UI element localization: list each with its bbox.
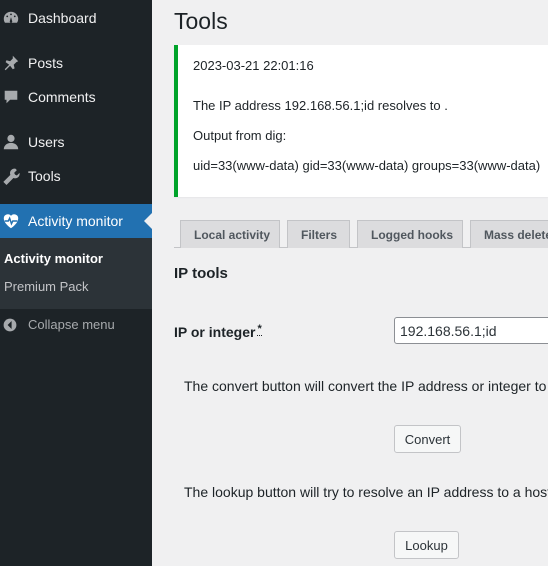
ip-field-label: IP or integer *: [174, 323, 262, 340]
lookup-description: The lookup button will try to resolve an…: [184, 484, 548, 500]
ip-field-label-text: IP or integer: [174, 324, 256, 340]
sidebar-item-dashboard[interactable]: Dashboard: [0, 1, 152, 35]
pin-icon: [2, 54, 20, 72]
sidebar-item-activity-monitor[interactable]: Activity monitor: [0, 204, 152, 238]
collapse-arrow-icon: [2, 317, 18, 333]
sidebar-item-label: Activity monitor: [28, 213, 123, 229]
sidebar-item-label: Users: [28, 134, 65, 150]
sidebar-item-label: Comments: [28, 89, 96, 105]
sidebar-item-comments[interactable]: Comments: [0, 80, 152, 114]
sidebar-item-label: Dashboard: [28, 10, 97, 26]
admin-sidebar: Dashboard Posts Comments Users Tools Act…: [0, 0, 152, 566]
section-title: IP tools: [174, 265, 228, 282]
submenu-item-premium-pack[interactable]: Premium Pack: [4, 279, 89, 294]
sidebar-item-users[interactable]: Users: [0, 125, 152, 159]
required-marker: *: [257, 323, 262, 336]
tab-bar: Local activity Filters Logged hooks Mass…: [174, 220, 548, 248]
submenu-item-activity-monitor[interactable]: Activity monitor: [4, 251, 103, 266]
notice-resolve-line: The IP address 192.168.56.1;id resolves …: [193, 98, 448, 113]
success-notice: 2023-03-21 22:01:16 The IP address 192.1…: [174, 45, 548, 197]
user-icon: [2, 133, 20, 151]
convert-description: The convert button will convert the IP a…: [184, 378, 547, 394]
collapse-menu-button[interactable]: Collapse menu: [0, 312, 152, 338]
notice-output-label: Output from dig:: [193, 128, 287, 143]
convert-button[interactable]: Convert: [394, 425, 461, 453]
tab-logged-hooks[interactable]: Logged hooks: [357, 220, 463, 248]
heart-pulse-icon: [2, 212, 20, 230]
tab-filters[interactable]: Filters: [287, 220, 350, 248]
notice-output-value: uid=33(www-data) gid=33(www-data) groups…: [193, 158, 541, 173]
dashboard-icon: [2, 9, 20, 27]
lookup-button[interactable]: Lookup: [394, 531, 459, 559]
sidebar-item-label: Posts: [28, 55, 64, 71]
tab-mass-delete[interactable]: Mass delete: [470, 220, 548, 248]
sidebar-item-posts[interactable]: Posts: [0, 46, 152, 80]
collapse-menu-label: Collapse menu: [28, 317, 115, 332]
tab-local-activity[interactable]: Local activity: [180, 220, 280, 248]
notice-timestamp: 2023-03-21 22:01:16: [193, 58, 314, 73]
sidebar-item-label: Tools: [28, 168, 61, 184]
activity-monitor-submenu: Activity monitor Premium Pack: [0, 238, 152, 309]
sidebar-item-tools[interactable]: Tools: [0, 159, 152, 193]
ip-input[interactable]: [394, 317, 548, 344]
comment-icon: [2, 88, 20, 106]
page-title: Tools: [174, 8, 228, 34]
wrench-icon: [2, 167, 20, 185]
